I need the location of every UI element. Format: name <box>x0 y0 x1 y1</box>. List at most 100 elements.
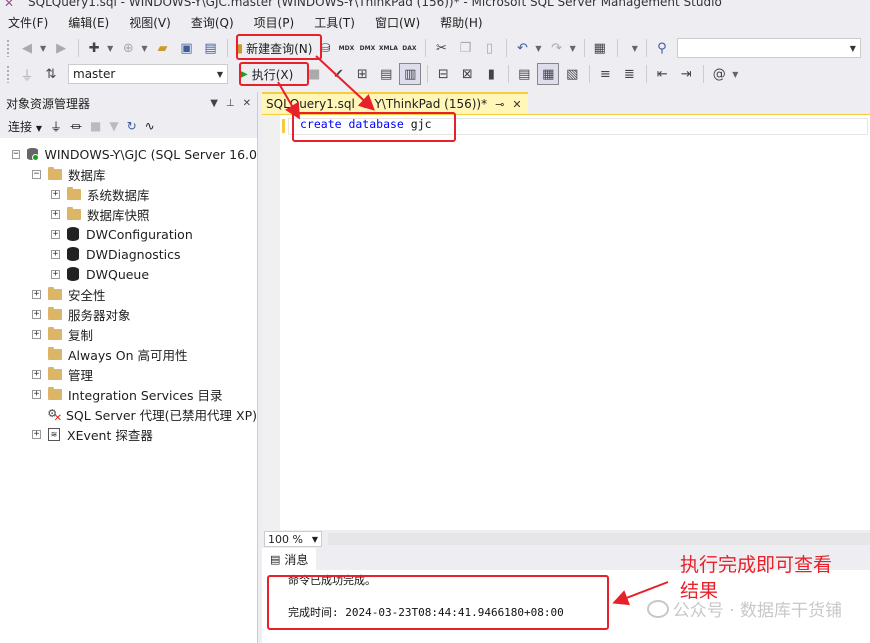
paste-icon[interactable]: ▯ <box>478 37 500 59</box>
find-combo[interactable]: ▼ <box>676 38 861 58</box>
open-file-icon[interactable]: ▰ <box>151 37 173 59</box>
expand-icon[interactable]: + <box>51 189 60 199</box>
toolbar-grip[interactable] <box>6 39 10 57</box>
tree-node-integration-services[interactable]: + Integration Services 目录 <box>0 384 257 404</box>
increase-indent-icon[interactable]: ⇥ <box>675 63 697 85</box>
redo-icon[interactable]: ↷ <box>546 37 568 59</box>
back-icon[interactable]: ◀ <box>16 37 38 59</box>
results-to-text-icon[interactable]: ▤ <box>513 63 535 85</box>
menu-query[interactable]: 查询(Q) <box>187 14 238 31</box>
tree-node-management[interactable]: + 管理 <box>0 364 257 384</box>
menu-view[interactable]: 视图(V) <box>125 14 175 31</box>
expand-icon[interactable]: + <box>32 329 41 339</box>
menu-edit[interactable]: 编辑(E) <box>64 14 113 31</box>
save-all-icon[interactable]: ▤ <box>199 37 221 59</box>
intellisense-icon[interactable]: ▥ <box>399 63 422 85</box>
tree-node-dwconfiguration[interactable]: + DWConfiguration <box>0 224 257 244</box>
tree-node-security[interactable]: + 安全性 <box>0 284 257 304</box>
connect-dropdown-button[interactable]: 连接 ▼ <box>8 118 42 135</box>
include-actual-plan-icon[interactable]: ⊟ <box>432 63 454 85</box>
filter-icon[interactable]: ▼ <box>109 119 118 133</box>
add-item-icon[interactable]: ⊕ <box>117 37 139 59</box>
tree-node-server-objects[interactable]: + 服务器对象 <box>0 304 257 324</box>
query-options-icon[interactable]: ▤ <box>375 63 397 85</box>
expand-icon[interactable]: + <box>51 249 60 259</box>
tree-node-system-databases[interactable]: + 系统数据库 <box>0 184 257 204</box>
tree-node-sql-agent[interactable]: ⚙ ✕ SQL Server 代理(已禁用代理 XP) <box>0 404 257 424</box>
expand-icon[interactable]: + <box>32 389 41 399</box>
dmx-query-icon[interactable]: DMX <box>358 39 376 57</box>
add-item-dropdown-icon[interactable]: ▼ <box>141 44 147 53</box>
new-project-icon[interactable]: ✚ <box>83 37 105 59</box>
stop-icon[interactable]: ■ <box>90 119 101 133</box>
expand-icon[interactable]: + <box>32 289 41 299</box>
pin-icon[interactable]: ⊥ <box>226 98 235 109</box>
cut-icon[interactable]: ✂ <box>430 37 452 59</box>
save-icon[interactable]: ▣ <box>175 37 197 59</box>
expand-icon[interactable]: + <box>51 269 60 279</box>
results-to-grid-icon[interactable]: ▦ <box>537 63 560 85</box>
connect-object-explorer-icon[interactable]: ⏚ <box>50 118 62 135</box>
menu-window[interactable]: 窗口(W) <box>371 14 424 31</box>
undo-dropdown-icon[interactable]: ▼ <box>535 44 541 53</box>
connect-icon[interactable]: ⏚ <box>16 63 38 85</box>
expand-icon[interactable]: + <box>51 229 60 239</box>
tree-node-replication[interactable]: + 复制 <box>0 324 257 344</box>
mdx-query-icon[interactable]: MDX <box>337 39 355 57</box>
comment-out-icon[interactable]: ≡ <box>594 63 616 85</box>
expand-icon[interactable]: + <box>51 209 60 219</box>
close-icon[interactable]: ✕ <box>243 98 251 109</box>
pin-tab-icon[interactable]: ⊸ <box>495 98 504 111</box>
highlight-execute <box>239 62 309 86</box>
collapse-icon[interactable]: − <box>32 169 41 179</box>
new-project-dropdown-icon[interactable]: ▼ <box>107 44 113 53</box>
database-select[interactable]: master ▼ <box>68 64 228 84</box>
zoom-select[interactable]: 100 % ▼ <box>264 531 322 547</box>
undo-icon[interactable]: ↶ <box>511 37 533 59</box>
results-to-file-icon[interactable]: ▧ <box>561 63 583 85</box>
tree-node-server[interactable]: − WINDOWS-Y\GJC (SQL Server 16.0 <box>0 144 257 164</box>
horizontal-scrollbar[interactable] <box>328 533 870 545</box>
tab-sqlquery1[interactable]: SQLQuery1.sql -...Y\ThinkPad (156))* ⊸ ✕ <box>262 92 528 114</box>
decrease-indent-icon[interactable]: ⇤ <box>651 63 673 85</box>
activity-monitor-icon[interactable]: ∿ <box>145 119 155 133</box>
expand-icon[interactable]: + <box>32 369 41 379</box>
forward-icon[interactable]: ▶ <box>50 37 72 59</box>
uncomment-icon[interactable]: ≣ <box>618 63 640 85</box>
dax-query-icon[interactable]: DAX <box>400 39 418 57</box>
close-tab-icon[interactable]: ✕ <box>512 98 521 111</box>
tree-node-xevent-profiler[interactable]: + ≋ XEvent 探查器 <box>0 424 257 444</box>
activity-monitor-icon[interactable]: ▦ <box>589 37 611 59</box>
tree-node-database-snapshots[interactable]: + 数据库快照 <box>0 204 257 224</box>
collapse-icon[interactable]: − <box>12 149 20 159</box>
parse-check-icon[interactable]: ✔ <box>327 63 349 85</box>
redo-dropdown-icon[interactable]: ▼ <box>570 44 576 53</box>
menu-file[interactable]: 文件(F) <box>4 14 52 31</box>
menu-project[interactable]: 项目(P) <box>250 14 299 31</box>
tree-node-always-on[interactable]: Always On 高可用性 <box>0 344 257 364</box>
client-statistics-icon[interactable]: ▮ <box>480 63 502 85</box>
estimated-plan-icon[interactable]: ⊞ <box>351 63 373 85</box>
toolbar-grip[interactable] <box>6 65 10 83</box>
menu-help[interactable]: 帮助(H) <box>436 14 486 31</box>
change-connection-icon[interactable]: ⇅ <box>40 63 62 85</box>
refresh-icon[interactable]: ↻ <box>127 119 137 133</box>
solution-config-dropdown-icon[interactable]: ▼ <box>632 44 638 53</box>
find-in-files-icon[interactable]: ⚲ <box>651 37 673 59</box>
specify-template-values-icon[interactable]: @ <box>708 63 730 85</box>
disconnect-icon[interactable]: ⏛ <box>70 118 82 135</box>
toolbar-options-dropdown-icon[interactable]: ▼ <box>732 70 738 79</box>
live-query-stats-icon[interactable]: ⊠ <box>456 63 478 85</box>
xmla-query-icon[interactable]: XMLA <box>379 39 398 57</box>
tree-node-dwqueue[interactable]: + DWQueue <box>0 264 257 284</box>
expand-icon[interactable]: + <box>32 429 41 439</box>
menu-tools[interactable]: 工具(T) <box>310 14 359 31</box>
window-position-dropdown-icon[interactable]: ▼ <box>210 98 218 109</box>
tree-node-databases[interactable]: − 数据库 <box>0 164 257 184</box>
expand-icon[interactable]: + <box>32 309 41 319</box>
back-dropdown-icon[interactable]: ▼ <box>40 44 46 53</box>
tree-node-dwdiagnostics[interactable]: + DWDiagnostics <box>0 244 257 264</box>
query-editor[interactable]: create database gjc <box>262 114 870 530</box>
tab-messages[interactable]: ▤ 消息 <box>262 548 317 570</box>
copy-icon[interactable]: ❐ <box>454 37 476 59</box>
